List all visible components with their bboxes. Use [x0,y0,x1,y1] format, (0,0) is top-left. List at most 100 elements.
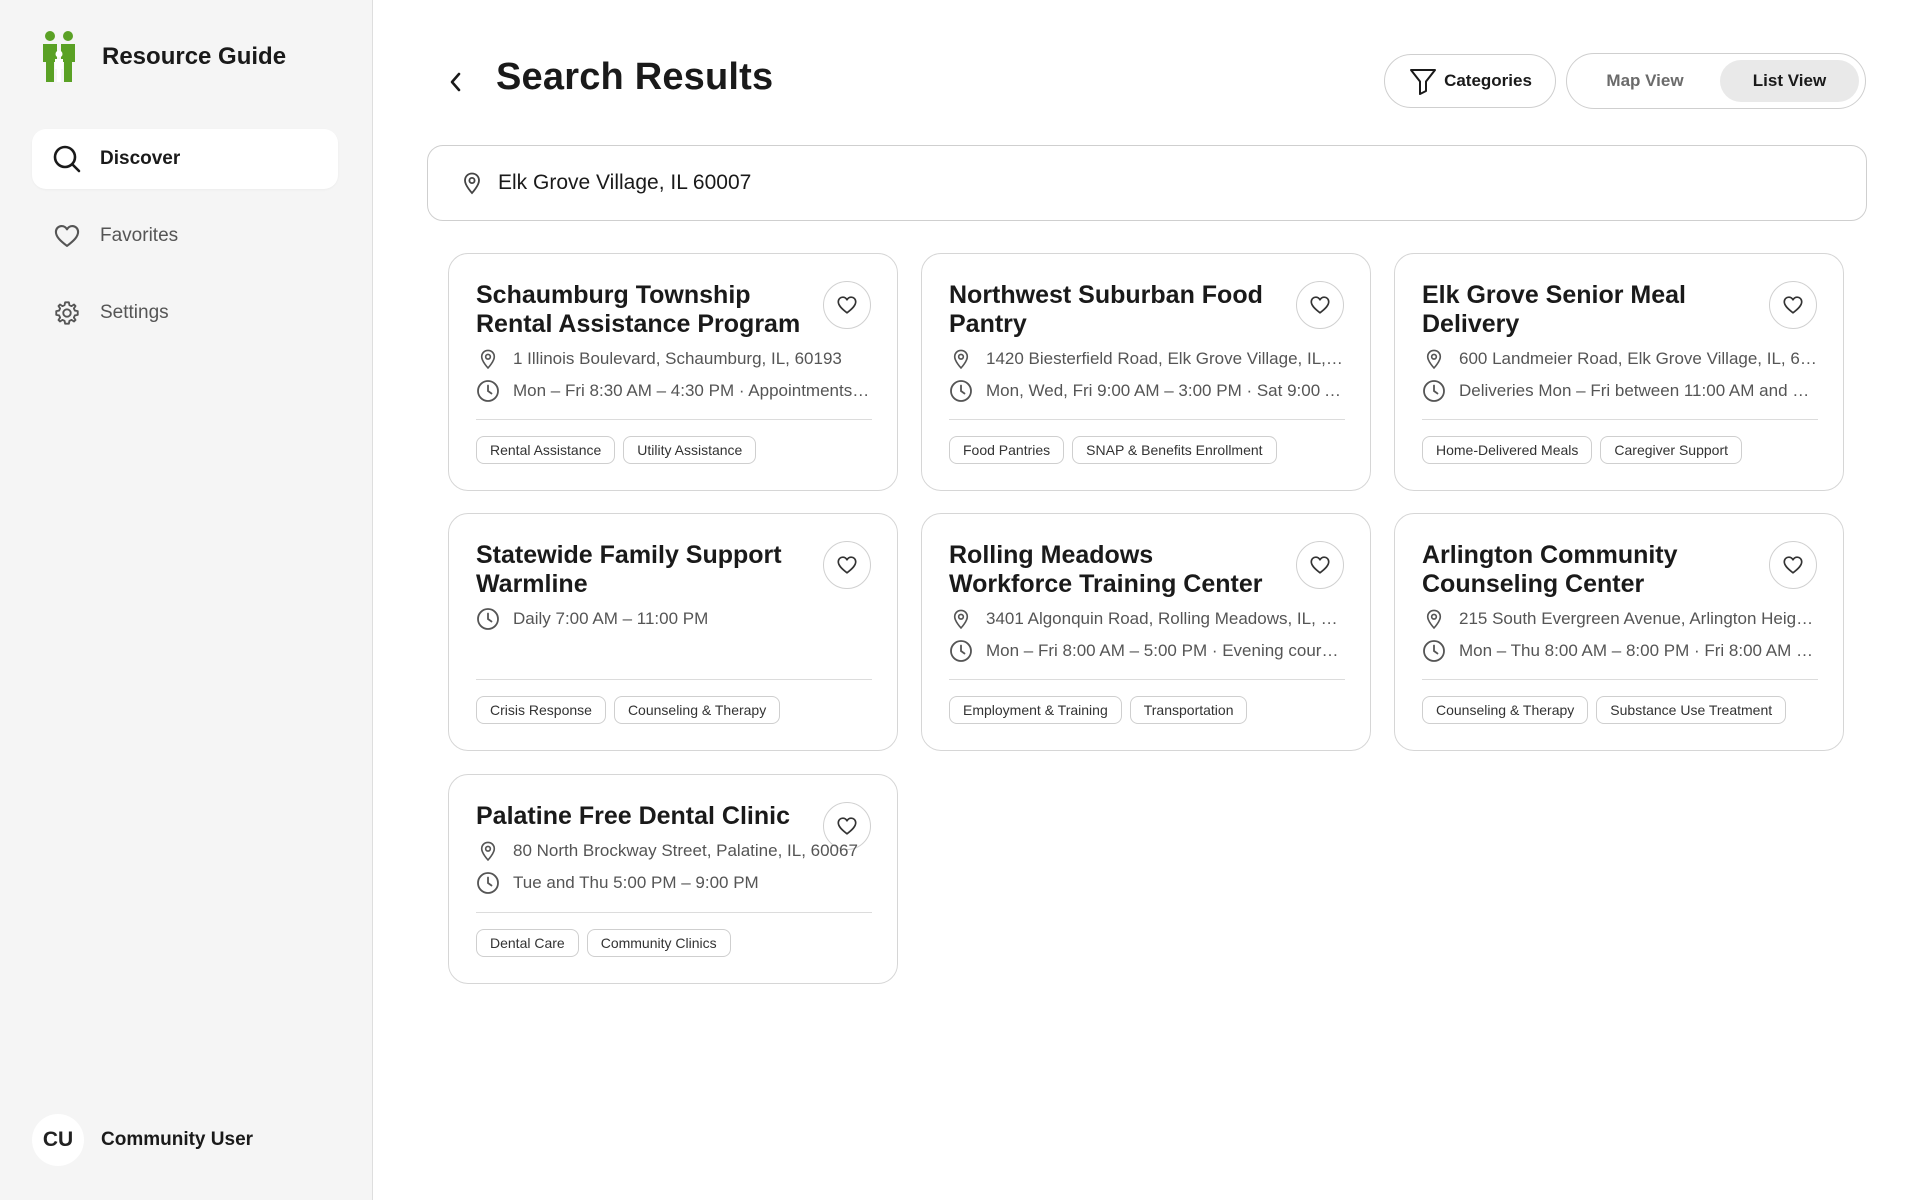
resource-card[interactable]: Arlington Community Counseling Center 215… [1394,513,1844,751]
view-toggle: Map View List View [1566,53,1866,109]
resource-address: 1 Illinois Boulevard, Schaumburg, IL, 60… [476,346,872,372]
category-tag[interactable]: Counseling & Therapy [1422,696,1589,724]
resource-hours: Mon – Fri 8:30 AM – 4:30 PM · Appointmen… [476,378,872,404]
sidebar-item-settings[interactable]: Settings [32,283,338,343]
favorite-button[interactable] [823,541,871,589]
map-view-button[interactable]: Map View [1575,60,1715,102]
address-text: 600 Landmeier Road, Elk Grove Village, I… [1459,349,1818,368]
heart-icon [1309,554,1331,576]
resource-card[interactable]: Statewide Family Support Warmline Daily 7… [448,513,898,751]
resource-card[interactable]: Northwest Suburban Food Pantry 1420 Biest… [921,253,1371,491]
resource-hours: Daily 7:00 AM – 11:00 PM [476,606,872,632]
favorite-button[interactable] [1769,541,1817,589]
category-tag[interactable]: Community Clinics [586,929,731,957]
category-tag[interactable]: Crisis Response [476,696,606,724]
sidebar: Resource Guide Discover Favorites Settin… [0,0,373,1200]
hours-text: Mon – Thu 8:00 AM – 8:00 PM · Fri 8:00 A… [1459,641,1818,660]
clock-icon [476,871,500,895]
address-text: 1 Illinois Boulevard, Schaumburg, IL, 60… [513,349,842,368]
tag-list: Dental Care Community Clinics [476,929,739,957]
address-text: 3401 Algonquin Road, Rolling Meadows, IL… [986,609,1345,628]
card-divider [949,419,1345,420]
resource-address: 3401 Algonquin Road, Rolling Meadows, IL… [949,606,1345,632]
category-tag[interactable]: Caregiver Support [1600,436,1743,464]
avatar: CU [32,1114,84,1166]
category-tag[interactable]: Dental Care [476,929,579,957]
sidebar-item-discover[interactable]: Discover [32,129,338,189]
back-button[interactable] [441,66,469,98]
heart-icon [52,221,82,251]
category-tag[interactable]: Employment & Training [949,696,1122,724]
location-pin-icon [949,347,973,371]
sidebar-item-label: Favorites [100,225,179,246]
app-title: Resource Guide [102,43,287,70]
tag-list: Rental Assistance Utility Assistance [476,436,764,464]
resource-title[interactable]: Palatine Free Dental Clinic [476,802,806,831]
clock-icon [949,639,973,663]
list-view-button[interactable]: List View [1720,60,1859,102]
resource-title[interactable]: Elk Grove Senior Meal Delivery [1422,281,1752,339]
category-tag[interactable]: SNAP & Benefits Enrollment [1072,436,1277,464]
heart-icon [836,554,858,576]
card-divider [1422,679,1818,680]
tag-list: Food Pantries SNAP & Benefits Enrollment [949,436,1285,464]
resource-title[interactable]: Schaumburg Township Rental Assistance Pr… [476,281,806,339]
favorite-button[interactable] [1769,281,1817,329]
sidebar-nav: Discover Favorites Settings [32,129,338,360]
hours-text: Mon, Wed, Fri 9:00 AM – 3:00 PM · Sat 9:… [986,381,1345,400]
sidebar-item-favorites[interactable]: Favorites [32,206,338,266]
category-tag[interactable]: Substance Use Treatment [1596,696,1787,724]
resource-title[interactable]: Northwest Suburban Food Pantry [949,281,1279,339]
location-pin-icon [464,172,480,195]
sidebar-item-label: Settings [100,302,169,323]
categories-label: Categories [1444,71,1532,90]
card-divider [476,912,872,913]
page-title: Search Results [496,56,774,98]
resource-card[interactable]: Palatine Free Dental Clinic 80 North Broc… [448,774,898,984]
chevron-left-icon [450,72,461,92]
resource-address: 215 South Evergreen Avenue, Arlington He… [1422,606,1818,632]
address-text: 1420 Biesterfield Road, Elk Grove Villag… [986,349,1345,368]
tag-list: Crisis Response Counseling & Therapy [476,696,788,724]
resource-card[interactable]: Schaumburg Township Rental Assistance Pr… [448,253,898,491]
sidebar-item-label: Discover [100,148,181,169]
favorite-button[interactable] [1296,541,1344,589]
favorite-button[interactable] [1296,281,1344,329]
category-tag[interactable]: Transportation [1129,696,1248,724]
category-tag[interactable]: Utility Assistance [623,436,757,464]
resource-address: 1420 Biesterfield Road, Elk Grove Villag… [949,346,1345,372]
address-text: 80 North Brockway Street, Palatine, IL, … [513,841,858,860]
clock-icon [949,379,973,403]
category-tag[interactable]: Counseling & Therapy [613,696,781,724]
resource-title[interactable]: Rolling Meadows Workforce Training Cente… [949,541,1279,599]
clock-icon [476,607,500,631]
resource-card[interactable]: Elk Grove Senior Meal Delivery 600 Landme… [1394,253,1844,491]
resource-hours: Mon – Fri 8:00 AM – 5:00 PM · Evening co… [949,638,1345,664]
location-pin-icon [1422,607,1446,631]
category-tag[interactable]: Home-Delivered Meals [1422,436,1593,464]
category-tag[interactable]: Rental Assistance [476,436,616,464]
gear-icon [52,298,82,328]
resource-hours: Tue and Thu 5:00 PM – 9:00 PM [476,870,872,896]
category-tag[interactable]: Food Pantries [949,436,1065,464]
brand: Resource Guide [40,30,286,84]
favorite-button[interactable] [823,281,871,329]
resource-hours: Mon – Thu 8:00 AM – 8:00 PM · Fri 8:00 A… [1422,638,1818,664]
clock-icon [1422,379,1446,403]
user-profile[interactable]: CU Community User [32,1114,253,1166]
card-divider [476,679,872,680]
tag-list: Home-Delivered Meals Caregiver Support [1422,436,1750,464]
categories-button[interactable]: Categories [1384,54,1556,108]
family-logo-icon [43,31,75,82]
clock-icon [1422,639,1446,663]
hours-text: Tue and Thu 5:00 PM – 9:00 PM [513,873,759,892]
resource-card[interactable]: Rolling Meadows Workforce Training Cente… [921,513,1371,751]
location-pin-icon [476,839,500,863]
hours-text: Daily 7:00 AM – 11:00 PM [513,609,709,628]
location-search-input[interactable]: Elk Grove Village, IL 60007 [427,145,1867,221]
tag-list: Employment & Training Transportation [949,696,1255,724]
resource-title[interactable]: Arlington Community Counseling Center [1422,541,1752,599]
location-search-value: Elk Grove Village, IL 60007 [498,171,752,194]
resource-title[interactable]: Statewide Family Support Warmline [476,541,806,599]
clock-icon [476,379,500,403]
